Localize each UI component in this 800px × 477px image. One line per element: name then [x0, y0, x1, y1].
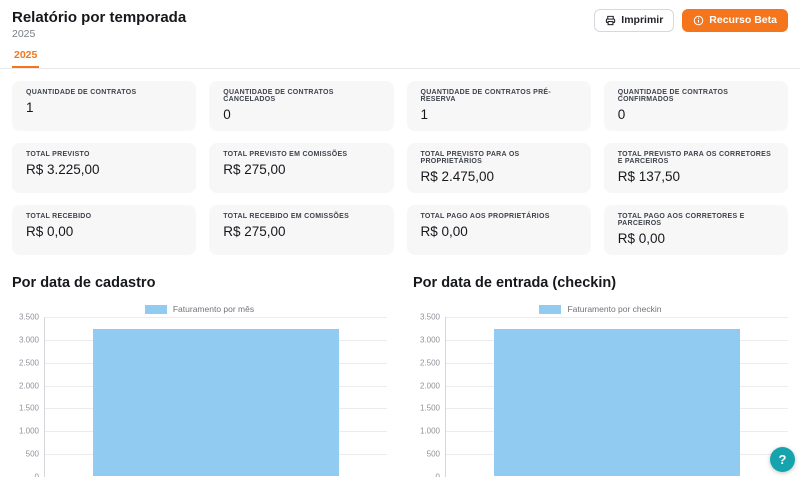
y-tick-label: 3.000 [19, 335, 39, 344]
stat-value: R$ 275,00 [223, 162, 379, 177]
stat-card: TOTAL PREVISTO R$ 3.225,00 [12, 143, 196, 193]
stat-label: TOTAL PREVISTO PARA OS PROPRIETÁRIOS [421, 151, 577, 165]
chart-legend: Faturamento por mês [12, 304, 387, 314]
chart-title: Por data de cadastro [12, 275, 387, 291]
stat-label: QUANTIDADE DE CONTRATOS CONFIRMADOS [618, 89, 774, 103]
bar[interactable] [93, 329, 339, 476]
print-button-label: Imprimir [621, 15, 663, 26]
y-axis: 3.5003.0002.5002.0001.5001.0005000 [413, 317, 445, 477]
stat-value: R$ 137,50 [618, 169, 774, 184]
stat-label: QUANTIDADE DE CONTRATOS CANCELADOS [223, 89, 379, 103]
gridline [45, 317, 387, 318]
y-tick-label: 2.000 [19, 381, 39, 390]
stat-label: TOTAL RECEBIDO [26, 213, 182, 220]
stat-card: QUANTIDADE DE CONTRATOS CONFIRMADOS 0 [604, 81, 788, 131]
y-tick-label: 500 [26, 450, 39, 459]
y-tick-label: 1.500 [19, 404, 39, 413]
y-tick-label: 1.500 [420, 404, 440, 413]
y-tick-label: 500 [427, 450, 440, 459]
stat-value: R$ 2.475,00 [421, 169, 577, 184]
chart-legend: Faturamento por checkin [413, 304, 788, 314]
stat-value: R$ 0,00 [26, 224, 182, 239]
stat-label: TOTAL RECEBIDO EM COMISSÕES [223, 213, 379, 220]
stat-card: TOTAL PREVISTO PARA OS PROPRIETÁRIOS R$ 2… [407, 143, 591, 193]
y-tick-label: 3.000 [420, 335, 440, 344]
tab-2025[interactable]: 2025 [12, 49, 39, 68]
stat-value: 1 [421, 107, 577, 122]
legend-label: Faturamento por mês [173, 304, 254, 314]
stat-card: QUANTIDADE DE CONTRATOS PRÉ-RESERVA 1 [407, 81, 591, 131]
stat-value: 0 [223, 107, 379, 122]
page-header: Relatório por temporada 2025 2025 Imprim… [0, 0, 800, 69]
stat-value: 0 [618, 107, 774, 122]
printer-icon [605, 15, 616, 26]
stat-label: QUANTIDADE DE CONTRATOS PRÉ-RESERVA [421, 89, 577, 103]
stat-card: TOTAL PAGO AOS CORRETORES E PARCEIROS R$ … [604, 205, 788, 255]
stat-value: R$ 0,00 [618, 231, 774, 246]
stats-grid: QUANTIDADE DE CONTRATOS1QUANTIDADE DE CO… [12, 81, 788, 255]
stat-card: TOTAL RECEBIDO R$ 0,00 [12, 205, 196, 255]
y-tick-label: 2.000 [420, 381, 440, 390]
chart-section-cadastro: Por data de cadastro Faturamento por mês… [12, 275, 387, 477]
stat-label: TOTAL PREVISTO [26, 151, 182, 158]
y-tick-label: 3.500 [19, 313, 39, 322]
plot-area [445, 317, 788, 477]
stat-value: R$ 3.225,00 [26, 162, 182, 177]
chart-title: Por data de entrada (checkin) [413, 275, 788, 291]
legend-swatch [539, 305, 561, 314]
info-icon [693, 15, 704, 26]
y-tick-label: 2.500 [420, 358, 440, 367]
legend-swatch [145, 305, 167, 314]
chart-section-checkin: Por data de entrada (checkin) Faturament… [413, 275, 788, 477]
stat-label: TOTAL PAGO AOS PROPRIETÁRIOS [421, 213, 577, 220]
stat-card: QUANTIDADE DE CONTRATOS 1 [12, 81, 196, 131]
stat-label: TOTAL PAGO AOS CORRETORES E PARCEIROS [618, 213, 774, 227]
stat-card: TOTAL PREVISTO EM COMISSÕES R$ 275,00 [209, 143, 393, 193]
stat-card: TOTAL PAGO AOS PROPRIETÁRIOS R$ 0,00 [407, 205, 591, 255]
stat-label: TOTAL PREVISTO PARA OS CORRETORES E PARC… [618, 151, 774, 165]
print-button[interactable]: Imprimir [594, 9, 674, 32]
y-tick-label: 3.500 [420, 313, 440, 322]
beta-button[interactable]: Recurso Beta [682, 9, 788, 32]
y-tick-label: 1.000 [420, 427, 440, 436]
stat-card: TOTAL PREVISTO PARA OS CORRETORES E PARC… [604, 143, 788, 193]
header-actions: Imprimir Recurso Beta [594, 9, 788, 32]
y-tick-label: 0 [436, 473, 440, 477]
y-tick-label: 1.000 [19, 427, 39, 436]
charts-area: Por data de cadastro Faturamento por mês… [12, 275, 788, 477]
stat-card: QUANTIDADE DE CONTRATOS CANCELADOS 0 [209, 81, 393, 131]
y-tick-label: 0 [35, 473, 39, 477]
legend-label: Faturamento por checkin [567, 304, 661, 314]
help-button[interactable]: ? [770, 447, 795, 472]
gridline [446, 317, 788, 318]
stat-card: TOTAL RECEBIDO EM COMISSÕES R$ 275,00 [209, 205, 393, 255]
bar-chart: 3.5003.0002.5002.0001.5001.0005000 [12, 317, 387, 477]
y-axis: 3.5003.0002.5002.0001.5001.0005000 [12, 317, 44, 477]
bar-chart: 3.5003.0002.5002.0001.5001.0005000 [413, 317, 788, 477]
beta-button-label: Recurso Beta [709, 15, 777, 26]
tab-bar: 2025 [12, 45, 788, 68]
stat-label: TOTAL PREVISTO EM COMISSÕES [223, 151, 379, 158]
plot-area [44, 317, 387, 477]
stat-value: R$ 275,00 [223, 224, 379, 239]
bar[interactable] [494, 329, 740, 476]
stat-value: R$ 0,00 [421, 224, 577, 239]
stat-label: QUANTIDADE DE CONTRATOS [26, 89, 182, 96]
y-tick-label: 2.500 [19, 358, 39, 367]
stat-value: 1 [26, 100, 182, 115]
